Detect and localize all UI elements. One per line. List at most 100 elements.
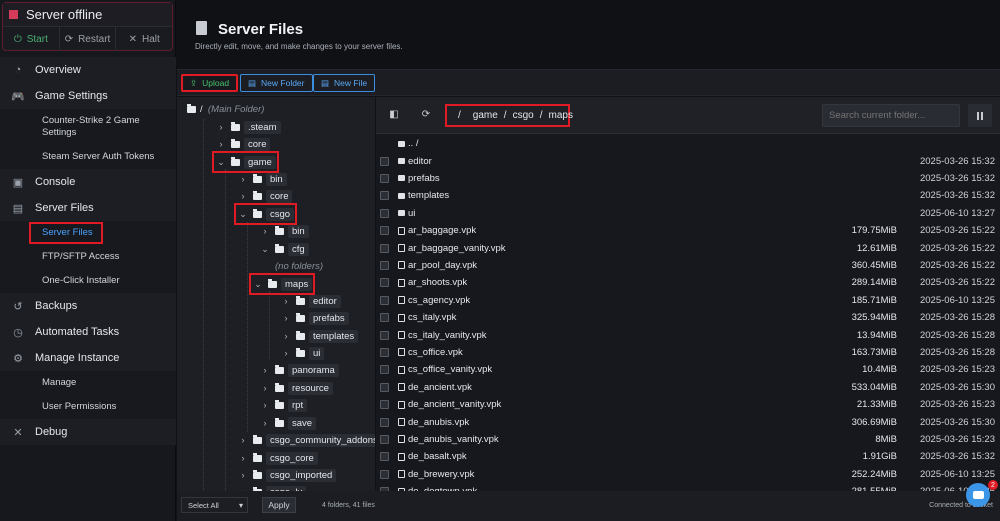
bulk-action-select[interactable]: Select All	[181, 497, 248, 513]
row-checkbox[interactable]	[380, 295, 389, 305]
sidebar-item-console[interactable]: ▣ Console	[0, 169, 176, 195]
new-folder-button[interactable]: ▤ New Folder	[240, 74, 313, 92]
tree-item[interactable]: › save	[259, 415, 317, 431]
row-checkbox[interactable]	[380, 191, 389, 201]
file-row[interactable]: cs_italy_vanity.vpk 13.94MiB 2025-03-26 15…	[376, 326, 1000, 343]
new-file-button[interactable]: ▤ New File	[313, 74, 376, 92]
tree-item[interactable]: › bin	[259, 223, 309, 239]
row-checkbox[interactable]	[380, 313, 389, 323]
file-size: 10.4MiB	[862, 364, 897, 376]
file-row[interactable]: de_anubis_vanity.vpk 8MiB 2025-03-26 15:23	[376, 431, 1000, 448]
row-checkbox[interactable]	[380, 417, 389, 427]
file-row[interactable]: cs_office_vanity.vpk 10.4MiB 2025-03-26 15…	[376, 361, 1000, 378]
file-row[interactable]: de_ancient.vpk 533.04MiB 2025-03-26 15:30	[376, 379, 1000, 396]
tree-item[interactable]: › csgo_imported	[237, 467, 337, 483]
row-checkbox[interactable]	[380, 226, 389, 236]
row-checkbox[interactable]	[380, 243, 389, 253]
file-row[interactable]: de_basalt.vpk 1.91GiB 2025-03-26 15:32	[376, 448, 1000, 465]
row-checkbox[interactable]	[380, 278, 389, 288]
sidebar-subitem-steam-tokens[interactable]: Steam Server Auth Tokens	[0, 145, 176, 169]
file-plus-icon: ▤	[321, 77, 330, 88]
tree-item[interactable]: › csgo_core	[237, 450, 318, 466]
file-row[interactable]: cs_office.vpk 163.73MiB 2025-03-26 15:28	[376, 344, 1000, 361]
file-row[interactable]: cs_italy.vpk 325.94MiB 2025-03-26 15:28	[376, 309, 1000, 326]
tree-item[interactable]: › prefabs	[280, 310, 349, 326]
file-row[interactable]: templates 2025-03-26 15:32	[376, 187, 1000, 204]
file-row[interactable]: ar_pool_day.vpk 360.45MiB 2025-03-26 15:22	[376, 257, 1000, 274]
row-checkbox[interactable]	[380, 330, 389, 340]
tree-item[interactable]: › core	[237, 188, 293, 204]
panel-toggle-icon[interactable]: ◧	[387, 107, 401, 121]
breadcrumb-root[interactable]: /	[455, 110, 464, 121]
row-checkbox[interactable]	[380, 469, 389, 479]
tree-item[interactable]: › rpt	[259, 397, 308, 413]
tree-item[interactable]: › panorama	[259, 362, 339, 378]
tree-item-maps[interactable]: ⌄ maps	[248, 273, 316, 295]
sidebar-item-debug[interactable]: ✕ Debug	[0, 419, 176, 445]
row-checkbox[interactable]	[380, 382, 389, 392]
start-button[interactable]: ⏻ Start	[3, 27, 60, 51]
tree-item[interactable]: › .steam	[215, 119, 281, 135]
file-row[interactable]: cs_agency.vpk 185.71MiB 2025-06-10 13:25	[376, 292, 1000, 309]
file-row[interactable]: prefabs 2025-03-26 15:32	[376, 170, 1000, 187]
row-checkbox[interactable]	[380, 365, 389, 375]
pause-button[interactable]	[968, 104, 992, 127]
row-checkbox[interactable]	[380, 173, 389, 183]
row-checkbox[interactable]	[380, 452, 389, 462]
file-row[interactable]: de_anubis.vpk 306.69MiB 2025-03-26 15:30	[376, 413, 1000, 430]
upload-button[interactable]: ⇪ Upload	[181, 74, 239, 92]
breadcrumb-item[interactable]: csgo	[510, 110, 537, 121]
file-date: 2025-03-26 15:22	[919, 277, 995, 289]
search-input[interactable]	[822, 104, 960, 127]
file-row[interactable]: .. /	[376, 135, 1000, 152]
row-checkbox[interactable]	[380, 260, 389, 270]
sidebar-subitem-installer[interactable]: One-Click Installer	[0, 269, 176, 293]
tree-item-csgo[interactable]: ⌄ csgo	[233, 203, 298, 225]
sidebar-subitem-cs2-settings[interactable]: Counter-Strike 2 Game Settings	[0, 109, 176, 145]
support-chat-button[interactable]	[966, 483, 990, 507]
tree-item-game[interactable]: ⌄ game	[212, 151, 279, 173]
tree-item[interactable]: › ui	[280, 345, 325, 361]
restart-button[interactable]: ⟳ Restart	[60, 27, 117, 51]
tree-item[interactable]: › core	[215, 136, 271, 152]
sidebar-item-automated-tasks[interactable]: ◷ Automated Tasks	[0, 319, 176, 345]
refresh-icon[interactable]: ⟳	[419, 107, 433, 121]
file-icon	[398, 418, 405, 427]
file-row[interactable]: de_ancient_vanity.vpk 21.33MiB 2025-03-26 …	[376, 396, 1000, 413]
tree-item[interactable]: › resource	[259, 380, 333, 396]
file-row[interactable]: ar_baggage.vpk 179.75MiB 2025-03-26 15:22	[376, 222, 1000, 239]
row-checkbox[interactable]	[380, 156, 389, 166]
file-name: cs_office_vanity.vpk	[408, 364, 493, 376]
row-checkbox[interactable]	[380, 400, 389, 410]
tree-item[interactable]: › templates	[280, 328, 359, 344]
sidebar-subitem-ftp[interactable]: FTP/SFTP Access	[0, 245, 176, 269]
row-checkbox[interactable]	[380, 434, 389, 444]
file-row[interactable]: ar_baggage_vanity.vpk 12.61MiB 2025-03-26 …	[376, 239, 1000, 256]
apply-button[interactable]: Apply	[262, 497, 296, 513]
file-row[interactable]: editor 2025-03-26 15:32	[376, 152, 1000, 169]
sidebar-item-overview[interactable]: ◔ Overview	[0, 57, 176, 83]
tree-root[interactable]: / (Main Folder)	[183, 101, 264, 117]
sidebar-subitem-user-permissions[interactable]: User Permissions	[0, 395, 176, 419]
tree-item[interactable]: › editor	[280, 293, 341, 309]
file-date: 2025-03-26 15:32	[919, 451, 995, 463]
tree-item[interactable]: › bin	[237, 171, 287, 187]
tree-item[interactable]: › csgo_community_addons	[237, 432, 375, 448]
breadcrumb-item[interactable]: game	[470, 110, 501, 121]
halt-button[interactable]: ✕ Halt	[116, 27, 172, 51]
sidebar-subitem-server-files[interactable]: Server Files	[0, 221, 176, 245]
sidebar-item-server-files[interactable]: ▤ Server Files	[0, 195, 176, 221]
file-row[interactable]: de_brewery.vpk 252.24MiB 2025-06-10 13:25	[376, 466, 1000, 483]
row-checkbox[interactable]	[380, 208, 389, 218]
file-row[interactable]: ui 2025-06-10 13:27	[376, 205, 1000, 222]
row-checkbox[interactable]	[380, 347, 389, 357]
sidebar-item-game-settings[interactable]: 🎮 Game Settings	[0, 83, 176, 109]
tree-item[interactable]: ⌄ cfg	[259, 241, 309, 257]
sidebar-subitem-manage[interactable]: Manage	[0, 371, 176, 395]
sidebar-item-backups[interactable]: ↺ Backups	[0, 293, 176, 319]
tree-item[interactable]: ›csgo_lv	[237, 484, 307, 491]
file-row[interactable]: ar_shoots.vpk 289.14MiB 2025-03-26 15:22	[376, 274, 1000, 291]
breadcrumb-item[interactable]: maps	[545, 110, 575, 121]
file-row[interactable]: de_dogtown.vpk281.55MiB2025-06-10 13:26	[376, 483, 1000, 491]
sidebar-item-manage-instance[interactable]: ⚙ Manage Instance	[0, 345, 176, 371]
